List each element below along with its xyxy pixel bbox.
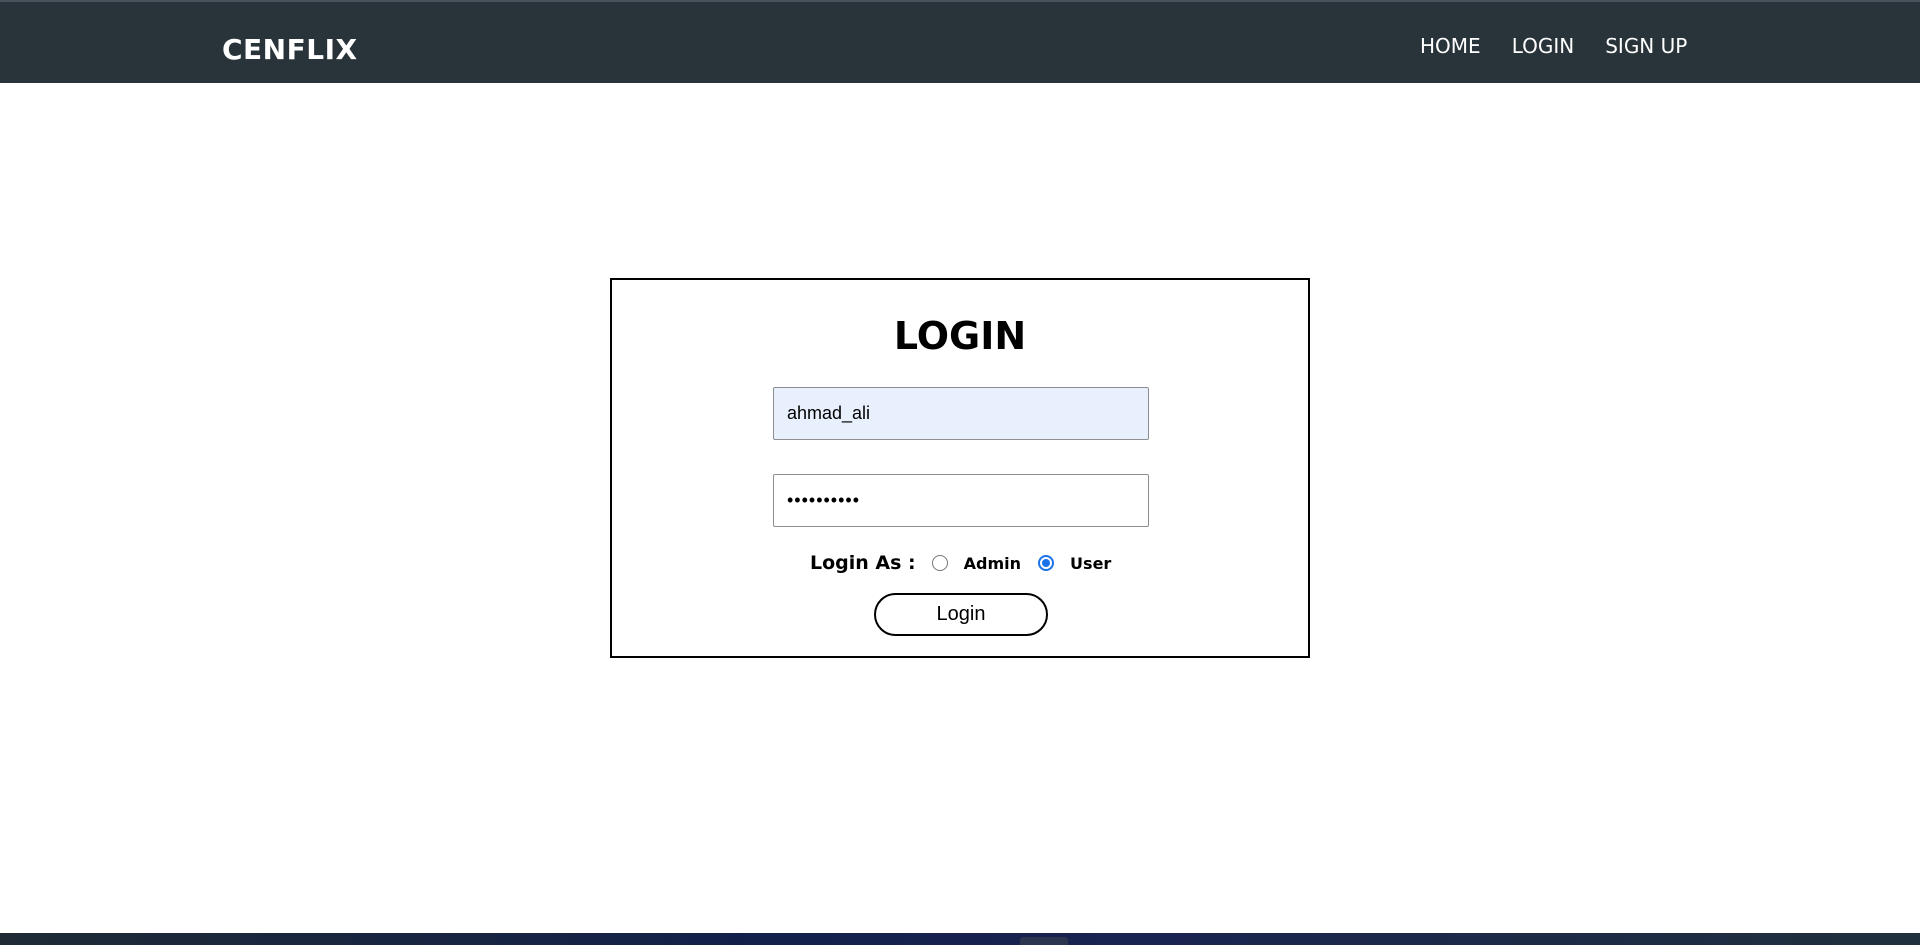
user-radio-label[interactable]: User (1070, 554, 1111, 573)
username-input[interactable]: ahmad_ali (773, 387, 1149, 440)
admin-radio[interactable] (931, 555, 948, 571)
nav-link-home[interactable]: HOME (1420, 34, 1481, 58)
login-button[interactable]: Login (874, 593, 1048, 636)
nav-link-login[interactable]: LOGIN (1512, 34, 1575, 58)
taskbar (0, 933, 1920, 945)
nav-link-sign-up[interactable]: SIGN UP (1605, 34, 1687, 58)
navbar: CENFLIX HOME LOGIN SIGN UP (0, 0, 1920, 83)
password-input[interactable]: •••••••••• (773, 474, 1149, 527)
login-role-selector: Login As : Admin User (810, 552, 1128, 574)
login-as-label: Login As : (810, 552, 916, 574)
login-form: LOGIN ahmad_ali •••••••••• Login As : Ad… (610, 278, 1310, 658)
nav-links: HOME LOGIN SIGN UP (1420, 34, 1687, 58)
login-title: LOGIN (893, 314, 1027, 358)
admin-radio-label[interactable]: Admin (964, 554, 1021, 573)
taskbar-item[interactable] (1020, 937, 1068, 945)
page: CENFLIX HOME LOGIN SIGN UP LOGIN ahmad_a… (0, 0, 1920, 945)
brand-logo[interactable]: CENFLIX (222, 33, 358, 66)
user-radio[interactable] (1038, 555, 1055, 571)
